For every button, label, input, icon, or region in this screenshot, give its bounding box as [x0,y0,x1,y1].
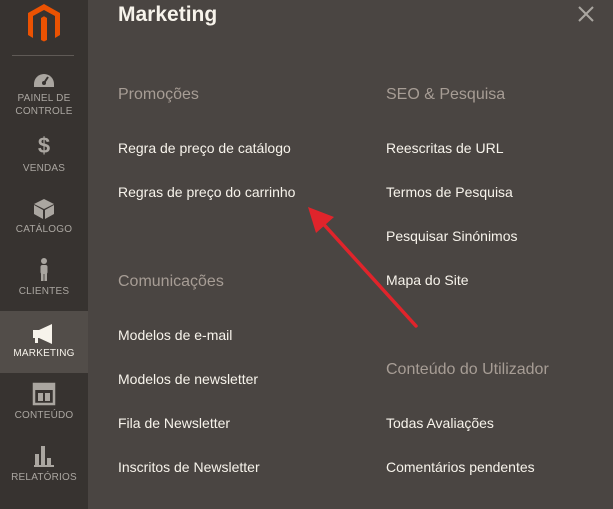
annotation-arrow [308,207,418,328]
section-title-promocoes: Promoções [118,86,199,103]
link-newsletter-subscribers[interactable]: Inscritos de Newsletter [118,458,260,476]
magento-logo[interactable] [22,2,66,42]
megaphone-icon [33,324,52,344]
link-email-templates[interactable]: Modelos de e-mail [118,326,232,344]
sidebar-item-label: RELATÓRIOS [11,472,77,483]
dollar-icon: $ [37,133,51,158]
box-icon [34,199,54,219]
sidebar-item-label: PAINEL DE CONTROLE [15,93,73,117]
sidebar-item-dashboard[interactable]: PAINEL DE CONTROLE [0,62,88,124]
section-title-seo: SEO & Pesquisa [386,86,506,103]
link-newsletter-templates[interactable]: Modelos de newsletter [118,370,258,388]
admin-sidebar: PAINEL DE CONTROLE $ VENDAS CATÁLOGO CLI… [0,0,88,509]
sidebar-item-customers[interactable]: CLIENTES [0,256,88,318]
sidebar-item-catalog[interactable]: CATÁLOGO [0,194,88,256]
link-newsletter-queue[interactable]: Fila de Newsletter [118,414,230,432]
link-pending-reviews[interactable]: Comentários pendentes [386,458,535,476]
section-title-user-content: Conteúdo do Utilizador [386,361,549,378]
link-all-reviews[interactable]: Todas Avaliações [386,414,494,432]
sidebar-item-sales[interactable]: $ VENDAS [0,132,88,194]
sidebar-item-content[interactable]: CONTEÚDO [0,380,88,442]
sidebar-item-label: VENDAS [22,163,66,174]
person-icon [40,258,48,281]
sidebar-item-label: MARKETING [13,348,75,359]
link-search-terms[interactable]: Termos de Pesquisa [386,183,513,201]
layout-icon [32,382,56,406]
sidebar-item-label: CLIENTES [18,286,70,297]
sidebar-item-reports[interactable]: RELATÓRIOS [0,442,88,504]
link-catalog-price-rule[interactable]: Regra de preço de catálogo [118,139,291,157]
bar-chart-icon [34,446,54,467]
panel-title: Marketing [118,3,218,26]
sidebar-divider [12,55,74,56]
sidebar-item-marketing[interactable]: MARKETING [0,311,88,373]
close-icon[interactable] [576,4,596,24]
section-title-comunicacoes: Comunicações [118,273,224,290]
dashboard-icon [34,74,54,87]
link-cart-price-rules[interactable]: Regras de preço do carrinho [118,183,295,201]
sidebar-item-label: CONTEÚDO [14,410,74,421]
link-url-rewrites[interactable]: Reescritas de URL [386,139,504,157]
sidebar-item-label: CATÁLOGO [15,224,73,235]
